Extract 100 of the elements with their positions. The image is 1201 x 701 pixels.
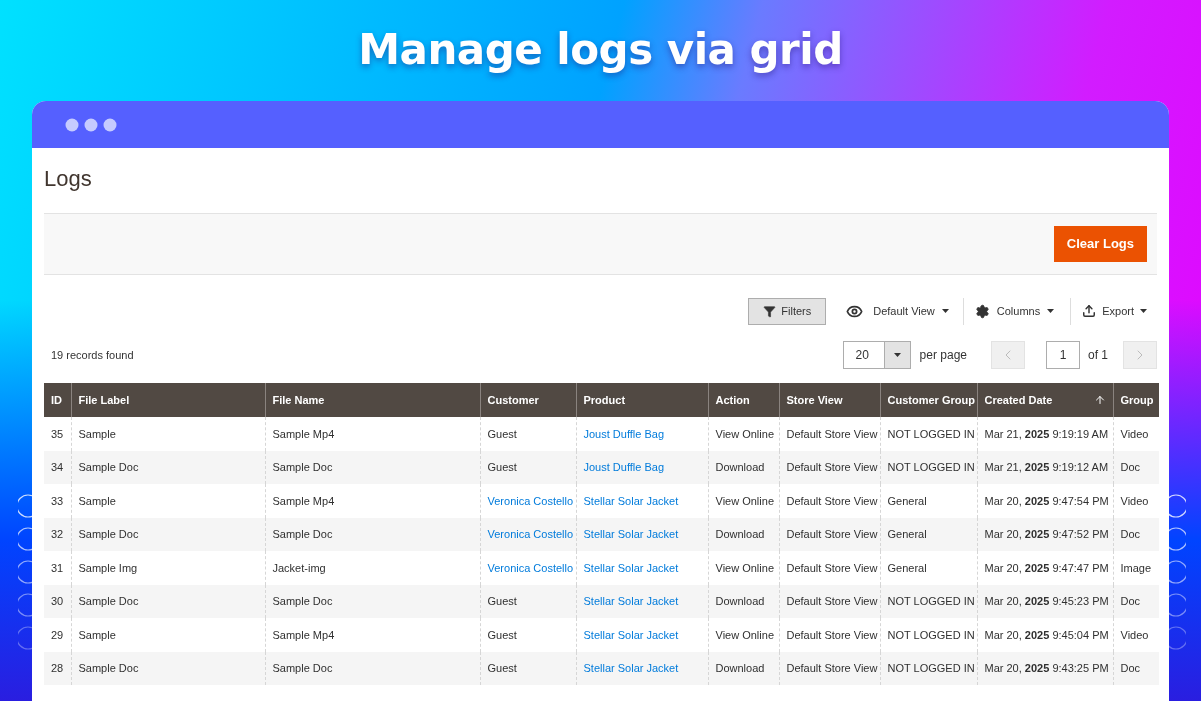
table-cell: Download: [715, 662, 765, 674]
table-cell: View Online: [715, 427, 774, 440]
caret-icon: [1140, 309, 1147, 313]
table-cell: Sample Doc: [78, 595, 139, 607]
table-cell: NOT LOGGED IN: [887, 595, 975, 607]
table-cell: Default Store View: [786, 662, 878, 674]
table-cell: Doc: [1120, 662, 1141, 674]
filters-button[interactable]: Filters: [748, 297, 827, 325]
table-link[interactable]: Stellar Solar Jacket: [583, 662, 679, 674]
table-cell: Doc: [1120, 595, 1141, 607]
table-cell: NOT LOGGED IN: [887, 662, 975, 674]
column-header[interactable]: ID: [44, 383, 71, 417]
table-cell: Sample Mp4: [272, 628, 335, 641]
table-link[interactable]: Veronica Costello: [487, 561, 574, 574]
export-dropdown[interactable]: Export: [1071, 297, 1157, 325]
columns-dropdown[interactable]: Columns: [963, 297, 1072, 325]
table-cell: Sample Doc: [78, 528, 139, 540]
table-cell: Sample: [78, 494, 116, 507]
table-link[interactable]: Stellar Solar Jacket: [583, 628, 679, 641]
table-cell: Sample Mp4: [272, 427, 335, 440]
table-cell: General: [887, 528, 927, 540]
table-cell: General: [887, 494, 927, 507]
table-cell: NOT LOGGED IN: [887, 461, 975, 473]
table-cell: Mar 20, 2025 9:45:04 PM: [984, 628, 1109, 641]
table-cell: Default Store View: [786, 427, 878, 440]
table-link[interactable]: Veronica Costello: [487, 494, 574, 507]
table-cell: Sample: [78, 427, 116, 440]
table-cell: View Online: [715, 561, 774, 574]
clear-logs-button[interactable]: Clear Logs: [1053, 226, 1147, 262]
table-link[interactable]: Joust Duffle Bag: [583, 461, 664, 473]
filter-icon: [763, 304, 777, 318]
column-header[interactable]: Action: [708, 383, 779, 417]
table-cell: Default Store View: [786, 561, 878, 574]
page-title: Logs: [44, 165, 93, 193]
table-cell: Download: [715, 595, 765, 607]
column-header[interactable]: Created Date: [977, 383, 1113, 417]
table-cell: Default Store View: [786, 461, 878, 473]
table-cell: Guest: [487, 628, 517, 641]
table-cell: Sample Doc: [272, 528, 333, 540]
view-dropdown[interactable]: Default View: [846, 297, 964, 325]
upload-icon: [1082, 304, 1097, 318]
table-cell: Default Store View: [786, 528, 878, 540]
table-link[interactable]: Stellar Solar Jacket: [583, 561, 679, 574]
table-cell: Guest: [487, 461, 517, 473]
table-cell: General: [887, 561, 927, 574]
caret-icon: [941, 309, 949, 313]
table-cell: Doc: [1120, 528, 1141, 540]
table-cell: Guest: [487, 427, 517, 440]
page-count: of 1: [1088, 347, 1108, 364]
table-cell: Mar 21, 2025 9:19:12 AM: [984, 461, 1109, 473]
caret-icon: [893, 353, 901, 357]
column-header[interactable]: Store View: [779, 383, 880, 417]
column-header[interactable]: Product: [576, 383, 708, 417]
table-cell: Sample Doc: [272, 461, 333, 473]
column-header[interactable]: File Name: [265, 383, 480, 417]
table-cell: 30: [51, 595, 64, 607]
previous-page-button[interactable]: [991, 341, 1025, 369]
table-cell: Download: [715, 528, 765, 540]
table-cell: Sample Doc: [78, 461, 139, 473]
table-link[interactable]: Joust Duffle Bag: [583, 427, 664, 440]
column-header[interactable]: Customer: [480, 383, 576, 417]
table-cell: Sample Doc: [78, 662, 139, 674]
table-cell: Mar 21, 2025 9:19:19 AM: [984, 427, 1109, 440]
table-cell: Mar 20, 2025 9:43:25 PM: [984, 662, 1109, 674]
table-cell: Video: [1120, 494, 1149, 507]
per-page-select[interactable]: 20: [842, 341, 911, 369]
table-cell: Sample Img: [78, 561, 138, 574]
table-cell: View Online: [715, 628, 774, 641]
table-cell: 33: [51, 494, 64, 507]
table-cell: Sample: [78, 628, 116, 641]
table-link[interactable]: Stellar Solar Jacket: [583, 528, 679, 540]
banner-title: Manage logs via grid: [358, 24, 843, 76]
table-cell: Sample Doc: [272, 595, 333, 607]
table-cell: Mar 20, 2025 9:47:54 PM: [984, 494, 1109, 507]
table-cell: 29: [51, 628, 64, 641]
settings-icon: [974, 303, 990, 319]
table-link[interactable]: Veronica Costello: [487, 528, 574, 540]
table-cell: Jacket-img: [272, 561, 326, 574]
table-cell: Sample Doc: [272, 662, 333, 674]
table-cell: 34: [51, 461, 64, 473]
caret-icon: [1047, 309, 1055, 313]
column-header[interactable]: Group: [1113, 383, 1159, 417]
next-page-button[interactable]: [1123, 341, 1157, 369]
table-cell: Doc: [1120, 461, 1141, 473]
table-link[interactable]: Stellar Solar Jacket: [583, 494, 679, 507]
column-header[interactable]: Customer Group: [880, 383, 977, 417]
records-count: 19 records found: [51, 347, 134, 363]
table-cell: 28: [51, 662, 64, 674]
table-cell: NOT LOGGED IN: [887, 628, 975, 641]
table-cell: Guest: [487, 595, 517, 607]
page-input[interactable]: 1: [1046, 341, 1080, 369]
table-cell: Mar 20, 2025 9:45:23 PM: [984, 595, 1109, 607]
table-cell: Default Store View: [786, 494, 878, 507]
table-link[interactable]: Stellar Solar Jacket: [583, 595, 679, 607]
table-cell: 32: [51, 528, 64, 540]
table-cell: Default Store View: [786, 595, 878, 607]
table-cell: Image: [1120, 561, 1152, 574]
table-cell: Sample Mp4: [272, 494, 335, 507]
table-cell: Download: [715, 461, 765, 473]
column-header[interactable]: File Label: [71, 383, 265, 417]
